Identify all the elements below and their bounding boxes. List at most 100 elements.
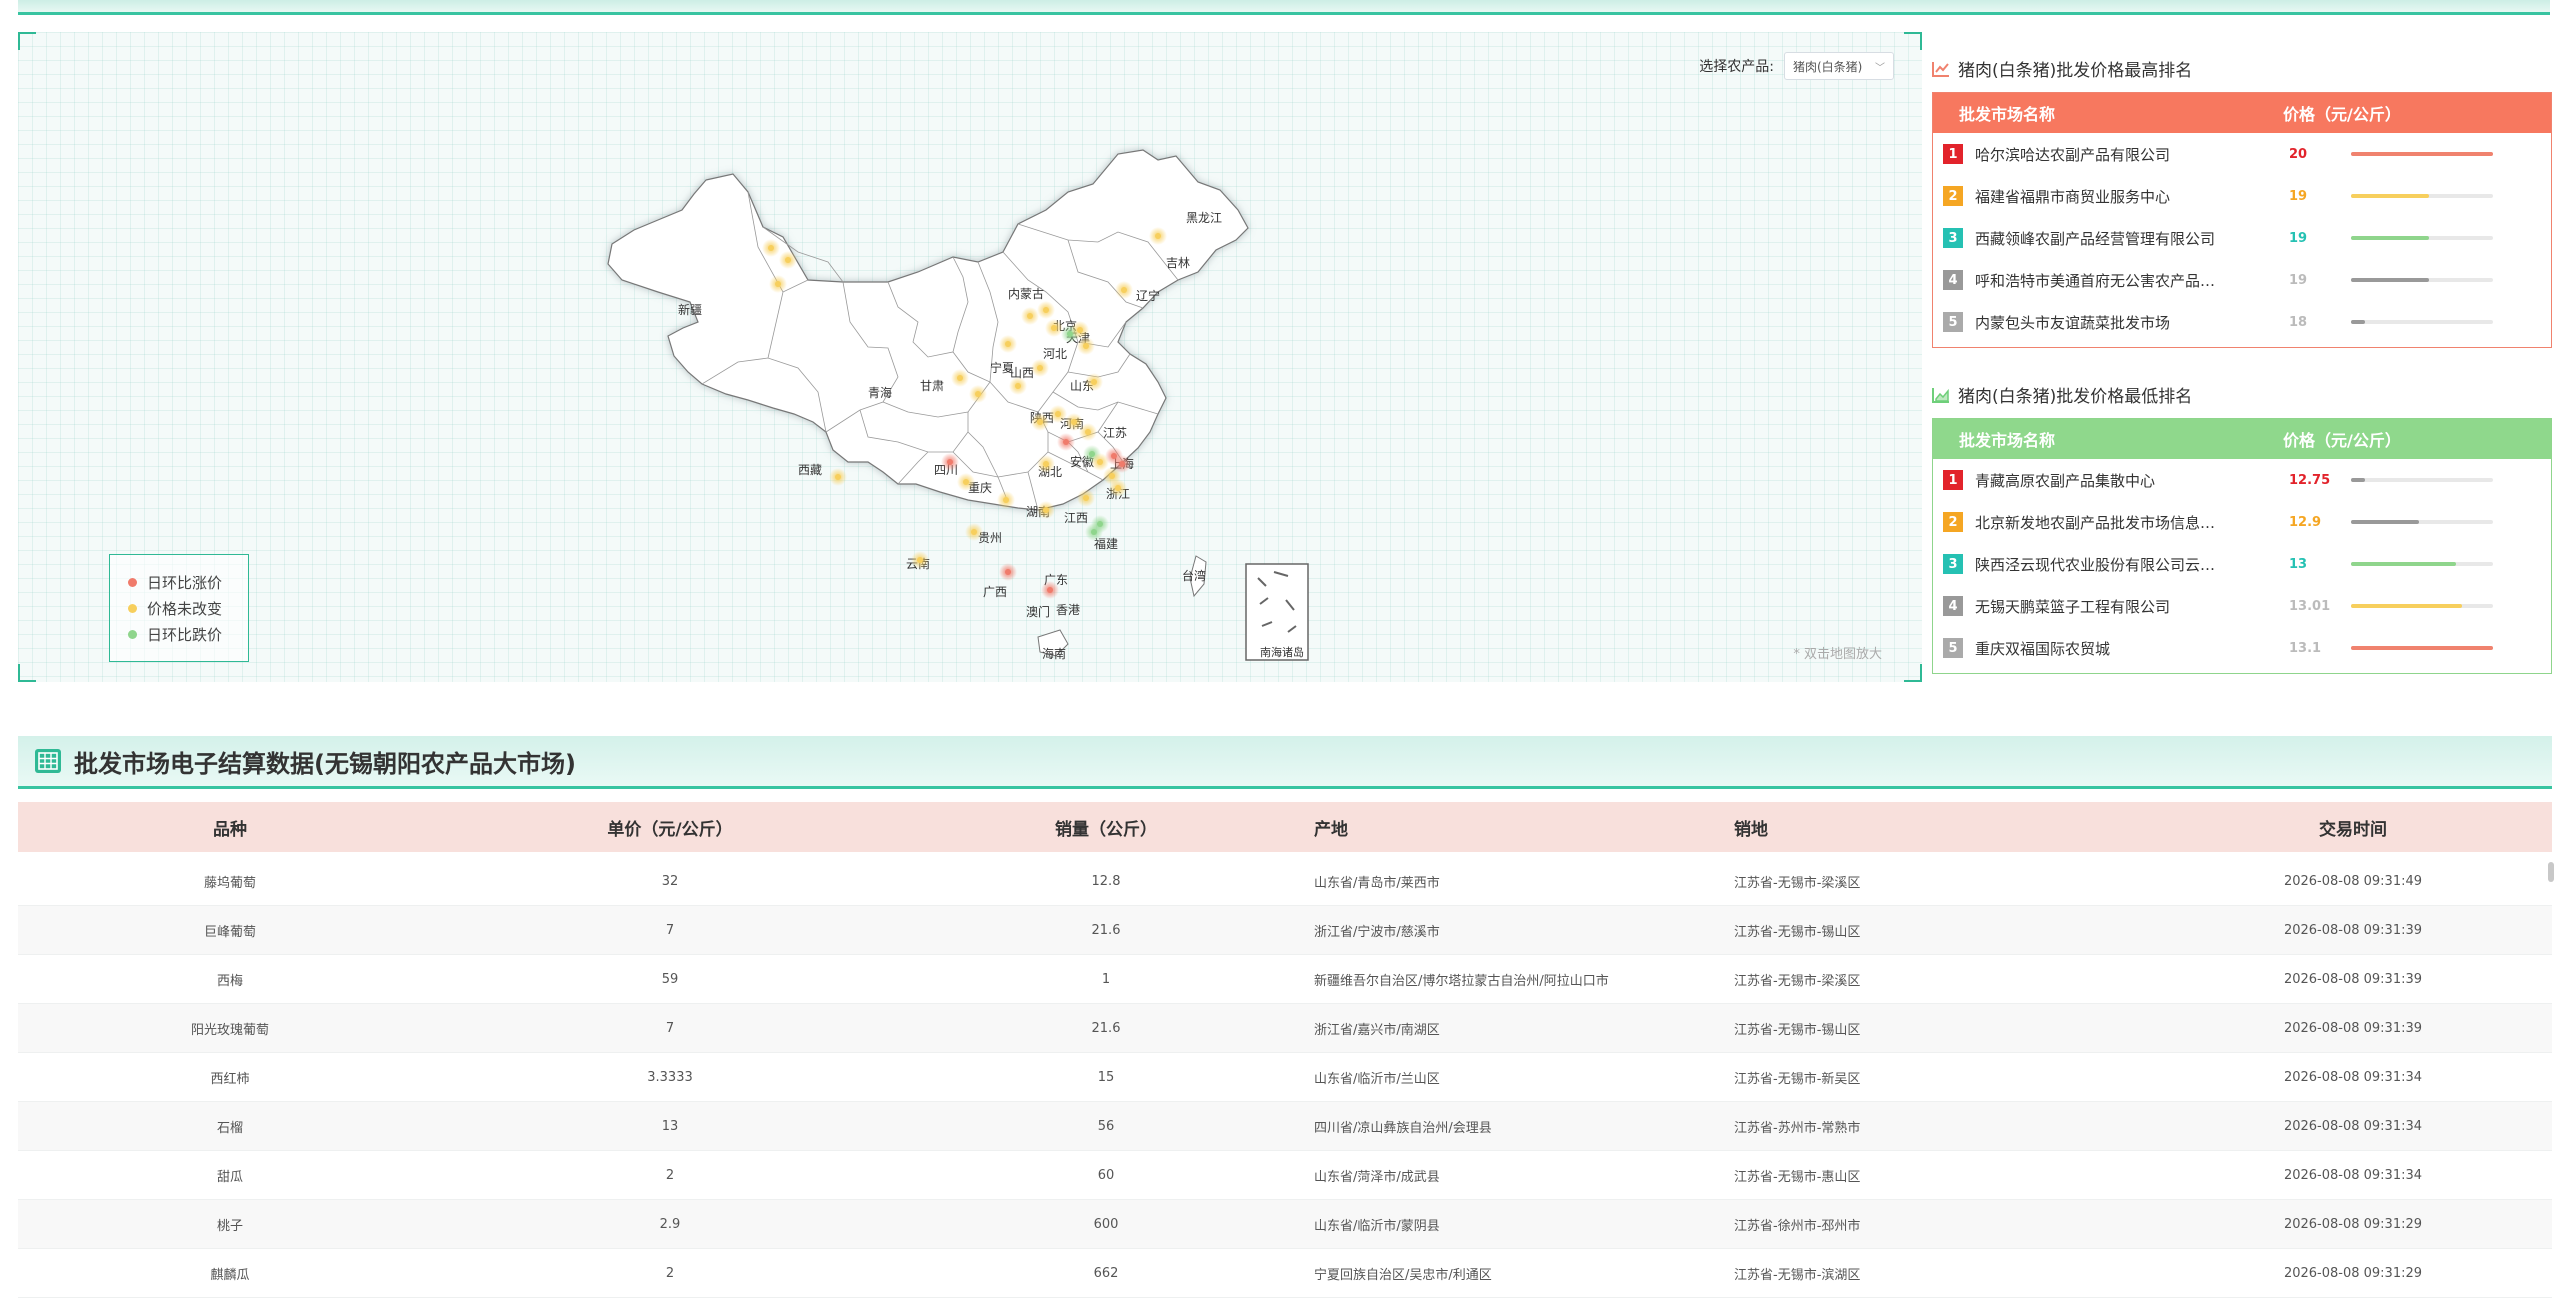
cell-time: 2026-08-08 09:31:34 xyxy=(2283,1118,2423,1134)
cell-price: 59 xyxy=(661,971,679,987)
rank-row[interactable]: 4 呼和浩特市美通首府无公害农产品… 19 xyxy=(1933,259,2551,301)
rank-row[interactable]: 3 西藏领峰农副产品经营管理有限公司 19 xyxy=(1933,217,2551,259)
rank-badge: 2 xyxy=(1943,186,1963,206)
cell-origin: 浙江省/宁波市/慈溪市 xyxy=(1314,924,1440,940)
rank-row[interactable]: 2 北京新发地农副产品批发市场信息… 12.9 xyxy=(1933,501,2551,543)
province-label: 香港 xyxy=(1056,603,1080,617)
th-destination: 销地 xyxy=(1734,819,1768,840)
rank-badge: 3 xyxy=(1943,228,1963,248)
table-row[interactable]: 阳光玫瑰葡萄 7 21.6 浙江省/嘉兴市/南湖区 江苏省-无锡市-锡山区 2026-08… xyxy=(18,1004,2552,1053)
table-scrollbar[interactable] xyxy=(2548,862,2554,882)
legend-dot xyxy=(128,629,137,639)
market-name: 重庆双福国际农贸城 xyxy=(1975,639,2111,658)
rank-low-list: 1 青藏高原农副产品集散中心 12.75 2 北京新发地农副产品批发市场信息… 12.9 3… xyxy=(1933,459,2551,669)
cell-price: 13 xyxy=(661,1118,679,1134)
rank-badge: 4 xyxy=(1943,596,1963,616)
price-bar xyxy=(2351,152,2493,156)
market-name: 呼和浩特市美通首府无公害农产品… xyxy=(1975,271,2216,290)
cell-variety: 藤坞葡萄 xyxy=(203,875,256,891)
cell-volume: 15 xyxy=(1097,1069,1115,1085)
rank-badge: 4 xyxy=(1943,270,1963,290)
market-price: 12.75 xyxy=(2289,472,2331,488)
settlement-table-header: 品种 单价（元/公斤） 销量（公斤） 产地 销地 交易时间 xyxy=(18,802,2552,852)
cell-origin: 山东省/青岛市/莱西市 xyxy=(1314,875,1440,891)
rank-row[interactable]: 5 内蒙包头市友谊蔬菜批发市场 18 xyxy=(1933,301,2551,343)
market-name: 青藏高原农副产品集散中心 xyxy=(1975,471,2156,490)
legend-dot xyxy=(128,603,137,613)
price-bar-fill xyxy=(2351,478,2366,482)
line-chart-icon xyxy=(1932,61,1949,77)
legend-item-unchanged[interactable]: 价格未改变 xyxy=(128,595,248,621)
market-price: 13.1 xyxy=(2289,640,2322,656)
table-row[interactable]: 西梅 59 1 新疆维吾尔自治区/博尔塔拉蒙古自治州/阿拉山口市 江苏省-无锡市-梁溪区… xyxy=(18,955,2552,1004)
th-time: 交易时间 xyxy=(2319,819,2387,840)
cell-destination: 江苏省-无锡市-滨湖区 xyxy=(1734,1267,1861,1283)
settlement-table-body: 藤坞葡萄 32 12.8 山东省/青岛市/莱西市江苏省-无锡市-梁溪区 2026-08-… xyxy=(18,857,2552,1298)
rank-high-list: 1 哈尔滨哈达农副产品有限公司 20 2 福建省福鼎市商贸业服务中心 19 3 西藏领峰农副产… xyxy=(1933,133,2551,343)
rank-row[interactable]: 2 福建省福鼎市商贸业服务中心 19 xyxy=(1933,175,2551,217)
table-icon xyxy=(35,749,61,773)
price-bar-fill xyxy=(2351,278,2430,282)
table-row[interactable]: 藤坞葡萄 32 12.8 山东省/青岛市/莱西市 江苏省-无锡市-梁溪区 2026-08-… xyxy=(18,857,2552,906)
rank-row[interactable]: 3 陕西泾云现代农业股份有限公司云… 13 xyxy=(1933,543,2551,585)
cell-time: 2026-08-08 09:31:29 xyxy=(2283,1265,2423,1281)
table-row[interactable]: 西红柿 3.3333 15 山东省/临沂市/兰山区 江苏省-无锡市-新吴区 2026-08… xyxy=(18,1053,2552,1102)
cell-destination: 江苏省-无锡市-惠山区 xyxy=(1734,1169,1861,1185)
china-price-map-panel[interactable]: 选择农产品: 猪肉(白条猪) ﹀ 黑龙江 吉林 辽宁 内蒙古 北京 河北 山西 … xyxy=(18,32,1922,682)
table-row[interactable]: 麒麟瓜 2 662 宁夏回族自治区/吴忠市/利通区 江苏省-无锡市-滨湖区 2026-08… xyxy=(18,1249,2552,1298)
market-price: 12.9 xyxy=(2289,514,2322,530)
cell-variety: 甜瓜 xyxy=(216,1169,243,1185)
rank-badge: 5 xyxy=(1943,312,1963,332)
rank-low-panel: 批发市场名称 价格（元/公斤） 1 青藏高原农副产品集散中心 12.75 2 北京新发地… xyxy=(1932,418,2552,674)
rank-row[interactable]: 1 青藏高原农副产品集散中心 12.75 xyxy=(1933,459,2551,501)
cell-destination: 江苏省-徐州市-邳州市 xyxy=(1734,1218,1861,1234)
market-price: 13 xyxy=(2289,556,2308,572)
cell-time: 2026-08-08 09:31:29 xyxy=(2283,1216,2423,1232)
province-label: 青海 xyxy=(868,385,892,400)
table-row[interactable]: 石榴 13 56 四川省/凉山彝族自治州/会理县 江苏省-苏州市-常熟市 2026-08-… xyxy=(18,1102,2552,1151)
legend-item-increase[interactable]: 日环比涨价 xyxy=(128,569,248,595)
market-name: 陕西泾云现代农业股份有限公司云… xyxy=(1975,555,2216,574)
china-outline xyxy=(607,149,1249,511)
cell-time: 2026-08-08 09:31:39 xyxy=(2283,922,2423,938)
product-select[interactable]: 猪肉(白条猪) ﹀ xyxy=(1784,52,1894,80)
province-label: 新疆 xyxy=(678,302,702,317)
cell-destination: 江苏省-无锡市-锡山区 xyxy=(1734,1022,1861,1038)
th-volume: 销量（公斤） xyxy=(1055,819,1157,840)
rank-row[interactable]: 5 重庆双福国际农贸城 13.1 xyxy=(1933,627,2551,669)
cell-volume: 12.8 xyxy=(1091,873,1121,889)
legend-label: 日环比跌价 xyxy=(147,625,223,644)
cell-variety: 麒麟瓜 xyxy=(210,1267,250,1283)
cell-price: 32 xyxy=(661,873,679,889)
price-bar xyxy=(2351,478,2493,482)
cell-volume: 60 xyxy=(1097,1167,1115,1183)
cell-price: 2 xyxy=(665,1167,675,1183)
market-name: 哈尔滨哈达农副产品有限公司 xyxy=(1975,145,2171,164)
province-label: 西藏 xyxy=(798,463,822,477)
th-variety: 品种 xyxy=(213,819,247,840)
market-price: 18 xyxy=(2289,314,2308,330)
market-name: 内蒙包头市友谊蔬菜批发市场 xyxy=(1975,313,2171,332)
product-select-value: 猪肉(白条猪) xyxy=(1793,59,1863,74)
province-label: 宁夏 xyxy=(990,360,1014,375)
price-bar-fill xyxy=(2351,194,2430,198)
market-name: 福建省福鼎市商贸业服务中心 xyxy=(1975,187,2171,206)
legend-dot xyxy=(128,577,137,587)
table-row[interactable]: 甜瓜 2 60 山东省/菏泽市/成武县 江苏省-无锡市-惠山区 2026-08-08 09… xyxy=(18,1151,2552,1200)
price-bar-fill xyxy=(2351,646,2493,650)
cell-volume: 56 xyxy=(1097,1118,1115,1134)
cell-destination: 江苏省-无锡市-梁溪区 xyxy=(1734,973,1861,989)
south-china-sea-inset xyxy=(1245,563,1309,661)
rank-row[interactable]: 4 无锡天鹏菜篮子工程有限公司 13.01 xyxy=(1933,585,2551,627)
corner-decoration xyxy=(18,664,36,682)
table-row[interactable]: 巨峰葡萄 7 21.6 浙江省/宁波市/慈溪市 江苏省-无锡市-锡山区 2026-08-0… xyxy=(18,906,2552,955)
price-bar-fill xyxy=(2351,320,2366,324)
china-map[interactable]: 黑龙江 吉林 辽宁 内蒙古 北京 天津 河北 山西 山东 新疆 甘肃 宁夏 陕西… xyxy=(598,132,1358,692)
market-name: 无锡天鹏菜篮子工程有限公司 xyxy=(1975,597,2171,616)
cell-volume: 21.6 xyxy=(1091,922,1121,938)
legend-item-decrease[interactable]: 日环比跌价 xyxy=(128,621,248,647)
cell-volume: 1 xyxy=(1101,971,1111,987)
rank-row[interactable]: 1 哈尔滨哈达农副产品有限公司 20 xyxy=(1933,133,2551,175)
col-market-name: 批发市场名称 xyxy=(1959,105,2056,124)
table-row[interactable]: 桃子 2.9 600 山东省/临沂市/蒙阴县 江苏省-徐州市-邳州市 2026-08-08… xyxy=(18,1200,2552,1249)
